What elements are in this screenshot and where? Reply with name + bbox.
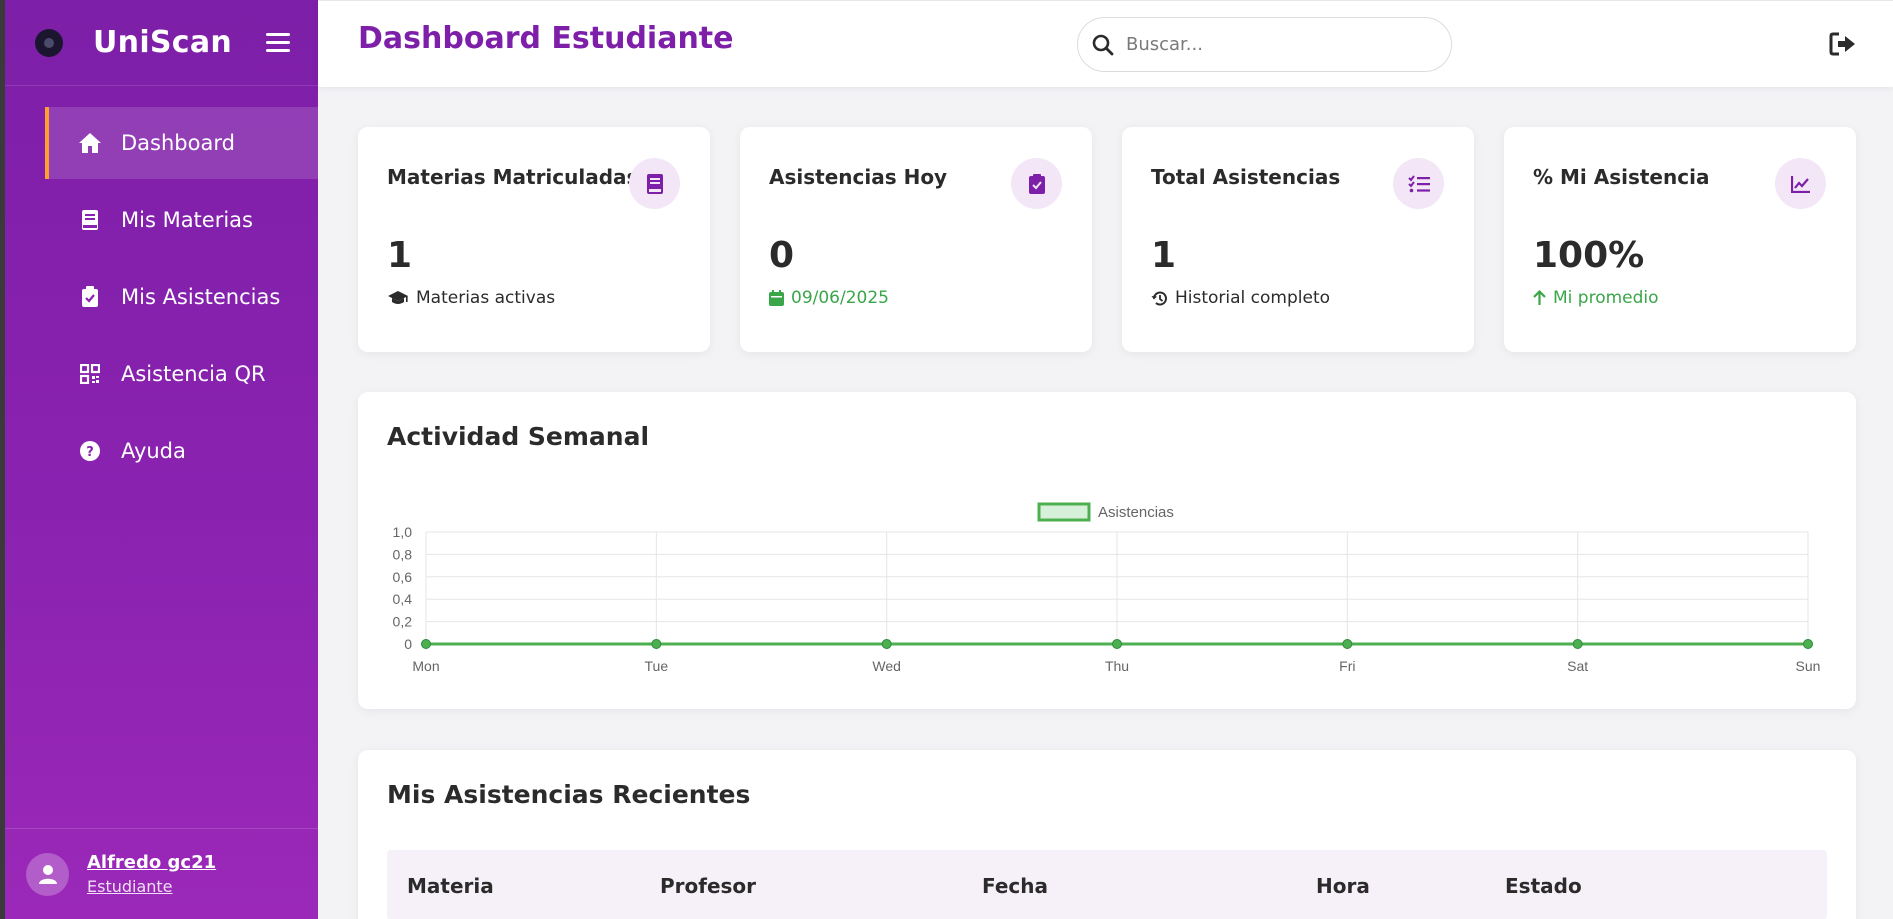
y-tick-label: 0,6 <box>393 569 413 585</box>
x-tick-label: Sat <box>1567 658 1588 674</box>
stat-title: Asistencias Hoy <box>769 165 948 189</box>
data-point <box>1803 639 1813 649</box>
stat-subtitle-text: 09/06/2025 <box>791 288 889 308</box>
brand: UniScan <box>5 0 318 86</box>
stat-subtitle: Mi promedio <box>1533 288 1659 308</box>
stat-subtitle-text: Historial completo <box>1175 288 1331 308</box>
stat-value: 1 <box>1151 235 1177 276</box>
clipboard-check-icon <box>1011 158 1062 209</box>
stat-value: 0 <box>769 235 795 276</box>
table-title: Mis Asistencias Recientes <box>387 780 751 809</box>
x-tick-label: Tue <box>645 658 669 674</box>
logout-icon[interactable] <box>1829 31 1857 57</box>
help-icon: ? <box>78 439 102 463</box>
book-icon <box>78 208 102 232</box>
column-header-profesor[interactable]: Profesor <box>660 874 756 898</box>
qrcode-icon <box>78 362 102 386</box>
x-tick-label: Wed <box>872 658 901 674</box>
data-point <box>1342 639 1353 649</box>
sidebar-nav: Dashboard Mis Materias Mis Asistencias A… <box>5 107 318 487</box>
x-tick-label: Sun <box>1796 658 1821 674</box>
user-icon <box>38 865 57 884</box>
column-header-hora[interactable]: Hora <box>1316 874 1370 898</box>
sidebar-item-label: Mis Materias <box>121 208 253 232</box>
user-profile: Alfredo gc21 Estudiante <box>5 828 318 919</box>
top-header: Dashboard Estudiante <box>318 0 1893 87</box>
legend-swatch <box>1037 502 1091 522</box>
sidebar-item-label: Asistencia QR <box>121 362 266 386</box>
sidebar-item-dashboard[interactable]: Dashboard <box>45 107 318 179</box>
stat-subtitle: Materias activas <box>387 288 555 308</box>
book-icon <box>629 158 680 209</box>
stat-subtitle-text: Mi promedio <box>1553 288 1659 308</box>
sidebar-item-mis-materias[interactable]: Mis Materias <box>45 184 318 256</box>
stat-subtitle-text: Materias activas <box>416 288 556 308</box>
clipboard-check-icon <box>78 285 102 309</box>
search-input[interactable] <box>1126 34 1426 55</box>
y-tick-label: 0,2 <box>393 614 413 630</box>
home-icon <box>78 131 102 155</box>
stat-title: Total Asistencias <box>1151 165 1341 189</box>
data-point <box>1572 639 1583 649</box>
calendar-icon <box>769 290 784 306</box>
weekly-activity-chart: 1,0 0,8 0,6 0,4 0,2 0Mon Tue Wed Thu Fri Sat Sun Asi… <box>393 502 1821 674</box>
data-point <box>651 639 662 649</box>
table-header: Materia Profesor Fecha Hora Estado <box>387 850 1827 919</box>
list-check-icon <box>1393 158 1444 209</box>
x-tick-label: Mon <box>412 658 439 674</box>
sidebar-item-label: Mis Asistencias <box>121 285 281 309</box>
stat-subtitle: Historial completo <box>1151 288 1330 308</box>
brand-title: UniScan <box>93 25 233 60</box>
stat-card-total-asistencias: Total Asistencias 1 Historial completo <box>1122 127 1474 352</box>
x-tick-label: Fri <box>1339 658 1355 674</box>
weekly-activity-card: Actividad Semanal 1,0 0,8 0,6 0,4 0,2 0 Mon Tue… <box>358 392 1856 709</box>
column-header-estado[interactable]: Estado <box>1505 874 1582 898</box>
data-point <box>421 639 431 649</box>
y-tick-label: 0,4 <box>393 591 413 607</box>
brand-logo-icon <box>35 28 63 57</box>
stat-value: 1 <box>387 235 413 276</box>
sidebar-item-asistencia-qr[interactable]: Asistencia QR <box>45 338 318 410</box>
sidebar-item-label: Ayuda <box>121 439 186 463</box>
sidebar-item-ayuda[interactable]: ? Ayuda <box>45 415 318 487</box>
avatar[interactable] <box>26 852 69 896</box>
column-header-fecha[interactable]: Fecha <box>982 874 1048 898</box>
user-info: Alfredo gc21 Estudiante <box>87 852 216 896</box>
y-tick-label: 0 <box>404 636 412 652</box>
y-tick-label: 1,0 <box>393 524 413 540</box>
stat-title: % Mi Asistencia <box>1533 165 1710 189</box>
sidebar-item-label: Dashboard <box>121 131 235 155</box>
stat-title: Materias Matriculadas <box>387 165 639 189</box>
sidebar: UniScan Dashboard Mis Materias Mis Asist… <box>0 0 318 919</box>
data-point <box>881 639 892 649</box>
y-tick-label: 0,8 <box>393 546 413 562</box>
stat-card-materias: Materias Matriculadas 1 Materias activas <box>358 127 710 352</box>
svg-text:?: ? <box>86 445 94 460</box>
menu-toggle-icon[interactable] <box>266 33 291 52</box>
column-header-materia[interactable]: Materia <box>407 874 494 898</box>
x-tick-label: Thu <box>1105 658 1129 674</box>
stat-value: 100% <box>1533 235 1645 276</box>
recent-attendance-card: Mis Asistencias Recientes Materia Profes… <box>358 750 1856 919</box>
graduation-cap-icon <box>387 290 409 306</box>
stat-card-mi-asistencia: % Mi Asistencia 100% Mi promedio <box>1504 127 1856 352</box>
arrow-up-icon <box>1533 290 1546 306</box>
history-icon <box>1151 290 1168 307</box>
legend-label: Asistencias <box>1098 504 1174 521</box>
search-box[interactable] <box>1077 17 1452 72</box>
data-point <box>1112 639 1122 649</box>
stat-card-asistencias-hoy: Asistencias Hoy 0 09/06/2025 <box>740 127 1092 352</box>
page-title: Dashboard Estudiante <box>358 21 734 56</box>
search-icon <box>1092 34 1114 55</box>
stat-subtitle: 09/06/2025 <box>769 288 889 308</box>
user-name-link[interactable]: Alfredo gc21 <box>87 852 216 873</box>
sidebar-item-mis-asistencias[interactable]: Mis Asistencias <box>45 261 318 333</box>
user-role-link[interactable]: Estudiante <box>87 877 216 896</box>
chart-line-icon <box>1775 158 1826 209</box>
